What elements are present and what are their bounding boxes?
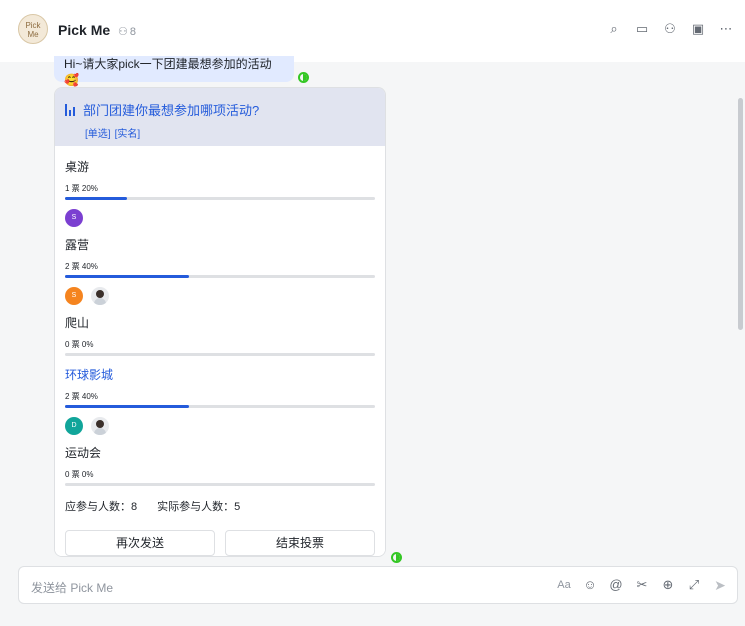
option-votes: 1 票 20% <box>65 184 98 193</box>
poll-header: 部门团建你最想参加哪项活动? [单选] [实名] <box>55 88 385 146</box>
message-list[interactable]: Hi~请大家pick一下团建最想参加的活动🥰 部门团建你最想参加哪项活动? [单… <box>0 46 745 563</box>
chat-title[interactable]: Pick Me <box>58 22 110 38</box>
read-status-icon <box>298 72 309 83</box>
voter-avatar[interactable] <box>91 417 109 435</box>
video-icon[interactable]: ▭ <box>635 22 649 36</box>
option-votes: 2 票 40% <box>65 392 98 401</box>
poll-option[interactable]: 桌游 1 票 20% S <box>65 158 377 227</box>
add-icon[interactable]: ⊕ <box>661 577 675 593</box>
expand-icon[interactable]: ⤢ <box>687 577 701 593</box>
option-label: 桌游 <box>65 160 90 174</box>
calendar-icon[interactable]: ▣ <box>691 22 705 36</box>
voter-avatar[interactable]: S <box>65 209 83 227</box>
composer-placeholder: 发送给 Pick Me <box>31 581 114 595</box>
option-label: 爬山 <box>65 316 90 330</box>
scrollbar[interactable] <box>738 98 743 330</box>
voter-avatar[interactable]: D <box>65 417 83 435</box>
option-votes: 0 票 0% <box>65 470 94 479</box>
poll-option[interactable]: 环球影城 2 票 40% D <box>65 366 377 435</box>
more-icon[interactable]: ⋯ <box>719 22 733 36</box>
option-label: 露营 <box>65 238 90 252</box>
poll-chart-icon <box>65 103 77 116</box>
poll-option[interactable]: 露营 2 票 40% S <box>65 236 377 305</box>
member-icon: ⚇ <box>118 26 128 38</box>
add-member-icon[interactable]: ⚇ <box>663 22 677 36</box>
intro-message: Hi~请大家pick一下团建最想参加的活动🥰 <box>54 56 294 87</box>
option-progress <box>65 353 375 356</box>
group-avatar[interactable]: Pick Me <box>18 14 48 44</box>
option-votes: 0 票 0% <box>65 340 94 349</box>
search-icon[interactable]: ⌕ <box>607 22 621 36</box>
read-status-icon <box>391 552 402 563</box>
header-actions: ⌕ ▭ ⚇ ▣ ⋯ <box>607 22 733 36</box>
member-count[interactable]: ⚇ 8 <box>118 25 136 39</box>
end-vote-button[interactable]: 结束投票 <box>225 530 375 556</box>
actual-count: 实际参与人数：5 <box>157 501 241 513</box>
poll-counts: 应参与人数：8 实际参与人数：5 <box>65 498 240 514</box>
composer-tools: Aa ☺ @ ✂ ⊕ ⤢ ➤ <box>557 577 727 593</box>
message-composer[interactable]: 发送给 Pick Me Aa ☺ @ ✂ ⊕ ⤢ ➤ <box>18 566 738 604</box>
poll-options: 桌游 1 票 20% S 露营 2 票 40% S 爬山 0 票 0% 环球影城… <box>55 146 385 556</box>
option-progress <box>65 483 375 486</box>
mention-icon[interactable]: @ <box>609 577 623 593</box>
poll-card: 部门团建你最想参加哪项活动? [单选] [实名] 桌游 1 票 20% S 露营… <box>54 87 386 557</box>
voter-avatar[interactable]: S <box>65 287 83 305</box>
option-label: 环球影城 <box>65 368 114 382</box>
member-count-value: 8 <box>129 25 136 38</box>
option-progress <box>65 405 375 408</box>
option-progress <box>65 275 375 278</box>
format-icon[interactable]: Aa <box>557 577 571 593</box>
option-label: 运动会 <box>65 446 102 460</box>
expected-count: 应参与人数：8 <box>65 501 138 513</box>
option-votes: 2 票 40% <box>65 262 98 271</box>
resend-button[interactable]: 再次发送 <box>65 530 215 556</box>
voter-avatar[interactable] <box>91 287 109 305</box>
emoji-icon[interactable]: ☺ <box>583 577 597 593</box>
poll-tag-single: [单选] <box>85 129 111 140</box>
poll-actions: 再次发送 结束投票 <box>55 523 385 556</box>
screenshot-icon[interactable]: ✂ <box>635 577 649 593</box>
poll-tag-real-name: [实名] <box>114 129 141 140</box>
poll-title: 部门团建你最想参加哪项活动? <box>83 103 260 118</box>
option-progress <box>65 197 375 200</box>
send-icon[interactable]: ➤ <box>713 577 727 593</box>
poll-option[interactable]: 爬山 0 票 0% <box>65 314 377 356</box>
poll-option[interactable]: 运动会 0 票 0% <box>65 444 377 486</box>
